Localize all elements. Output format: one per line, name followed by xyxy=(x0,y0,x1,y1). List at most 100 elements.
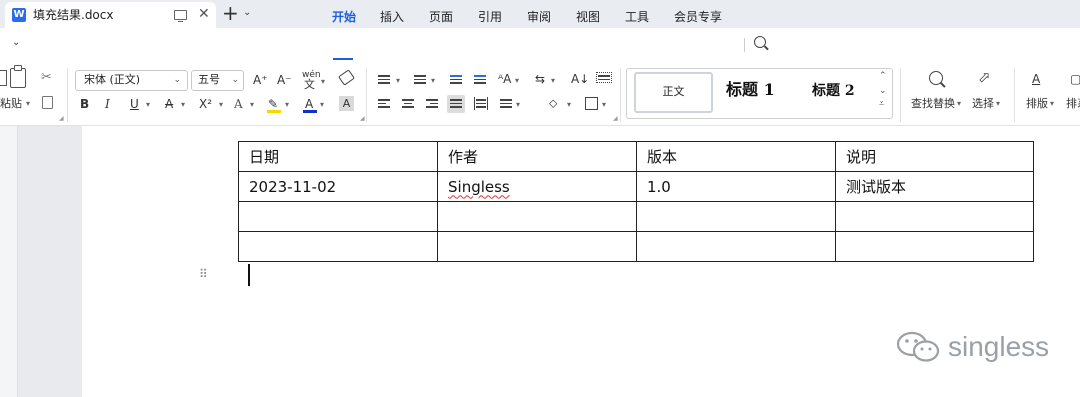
line-spacing-icon[interactable] xyxy=(500,97,512,110)
layout-icon[interactable]: A xyxy=(1032,72,1040,86)
layout-dropdown-icon[interactable]: ▾ xyxy=(1050,99,1054,109)
table-cell[interactable] xyxy=(437,201,637,232)
table-cell[interactable] xyxy=(636,201,836,232)
gallery-up-icon[interactable]: ⌃ xyxy=(879,71,887,81)
format-painter-icon[interactable] xyxy=(0,70,7,86)
bullet-list-icon[interactable] xyxy=(378,73,390,86)
table-cell[interactable] xyxy=(636,231,836,262)
table-cell[interactable] xyxy=(238,231,438,262)
increase-indent-icon[interactable] xyxy=(474,73,486,86)
select-cursor-icon[interactable]: ⬀ xyxy=(978,69,991,85)
table-cell[interactable]: 2023-11-02 xyxy=(238,171,438,202)
table-cell[interactable] xyxy=(835,231,1034,262)
highlight-button[interactable]: ✎ xyxy=(268,97,278,111)
superscript-button[interactable]: X² xyxy=(199,97,212,111)
collapse-chevron-icon[interactable]: ⌄ xyxy=(12,36,20,50)
italic-button[interactable]: I xyxy=(105,97,110,111)
table-header-cell[interactable]: 作者 xyxy=(437,141,637,172)
paste-icon[interactable] xyxy=(10,68,26,88)
group-launcher-icon[interactable]: ◢ xyxy=(613,116,618,122)
table-cell[interactable]: 测试版本 xyxy=(835,171,1034,202)
justify-icon[interactable] xyxy=(450,97,462,110)
drag-handle-icon[interactable]: ⠿ xyxy=(199,267,208,281)
group-launcher-icon[interactable]: ◢ xyxy=(59,116,64,122)
font-color-button[interactable]: A xyxy=(305,97,313,111)
align-left-icon[interactable] xyxy=(378,97,390,110)
font-family-select[interactable]: 宋体 (正文) ⌄ xyxy=(75,70,188,91)
gallery-down-icon[interactable]: ⌄ xyxy=(879,86,887,96)
bold-button[interactable]: B xyxy=(80,97,89,111)
strikethrough-dropdown-icon[interactable]: ▾ xyxy=(181,100,185,110)
distributed-align-icon[interactable] xyxy=(474,97,488,110)
select-label[interactable]: 选择 xyxy=(972,97,994,110)
character-spacing-icon[interactable]: ᴬA xyxy=(498,72,511,86)
tab-review[interactable]: 审阅 xyxy=(527,9,551,25)
tab-references[interactable]: 引用 xyxy=(478,9,502,25)
table-cell[interactable]: Singless xyxy=(437,171,637,202)
text-direction-dropdown-icon[interactable]: ▾ xyxy=(551,76,555,86)
align-right-icon[interactable] xyxy=(426,97,438,110)
cut-icon[interactable]: ✂ xyxy=(41,71,52,85)
font-size-select[interactable]: 五号 ⌄ xyxy=(191,70,244,91)
font-grow-button[interactable]: A⁺ xyxy=(253,73,268,87)
table-cell[interactable]: 1.0 xyxy=(636,171,836,202)
font-color-dropdown-icon[interactable]: ▾ xyxy=(320,100,324,110)
tab-member[interactable]: 会员专享 xyxy=(674,9,722,25)
underline-button[interactable]: U xyxy=(130,97,139,111)
search-icon[interactable] xyxy=(754,36,766,48)
character-spacing-dropdown-icon[interactable]: ▾ xyxy=(515,76,519,86)
navigation-pane[interactable] xyxy=(0,126,18,397)
pinyin-dropdown-icon[interactable]: ▾ xyxy=(321,77,325,87)
plus-icon[interactable]: + xyxy=(222,1,239,25)
close-icon[interactable]: ✕ xyxy=(198,5,210,23)
style-normal[interactable]: 正文 xyxy=(634,72,713,113)
borders-icon[interactable] xyxy=(585,97,598,110)
bullet-dropdown-icon[interactable]: ▾ xyxy=(396,76,400,86)
tab-page[interactable]: 页面 xyxy=(429,9,453,25)
decrease-indent-icon[interactable] xyxy=(450,73,462,86)
group-launcher-icon[interactable]: ◢ xyxy=(360,116,365,122)
shading-dropdown-icon[interactable]: ▾ xyxy=(567,100,571,110)
shading-icon[interactable]: ⬦ xyxy=(549,96,557,110)
find-replace-label[interactable]: 查找替换 xyxy=(911,97,955,110)
show-marks-icon[interactable] xyxy=(596,72,612,83)
layout-label[interactable]: 排版 xyxy=(1026,97,1048,110)
style-heading-2[interactable]: 标题 2 xyxy=(812,82,855,100)
tab-view[interactable]: 视图 xyxy=(576,9,600,25)
sort-icon[interactable]: A↓ xyxy=(571,72,589,86)
character-shading-button[interactable]: A xyxy=(339,96,354,111)
numbered-list-icon[interactable] xyxy=(414,73,426,86)
tab-insert[interactable]: 插入 xyxy=(380,9,404,25)
style-heading-1[interactable]: 标题 1 xyxy=(726,80,775,100)
sort-alt-label[interactable]: 排系 xyxy=(1066,97,1080,110)
document-tab[interactable]: W 填充结果.docx ✕ xyxy=(5,2,216,28)
superscript-dropdown-icon[interactable]: ▾ xyxy=(219,100,223,110)
strikethrough-button[interactable]: A xyxy=(165,97,173,111)
highlight-dropdown-icon[interactable]: ▾ xyxy=(285,100,289,110)
copy-icon[interactable] xyxy=(42,96,53,109)
line-spacing-dropdown-icon[interactable]: ▾ xyxy=(516,100,520,110)
table-cell[interactable] xyxy=(437,231,637,262)
table-header-cell[interactable]: 日期 xyxy=(238,141,438,172)
find-dropdown-icon[interactable]: ▾ xyxy=(957,99,961,109)
tab-tools[interactable]: 工具 xyxy=(625,9,649,25)
text-direction-icon[interactable]: ⇆ xyxy=(535,72,545,86)
borders-dropdown-icon[interactable]: ▾ xyxy=(602,100,606,110)
table-header-cell[interactable]: 版本 xyxy=(636,141,836,172)
text-effect-button[interactable]: A xyxy=(234,97,243,111)
numbered-dropdown-icon[interactable]: ▾ xyxy=(431,76,435,86)
select-dropdown-icon[interactable]: ▾ xyxy=(996,99,1000,109)
table-header-cell[interactable]: 说明 xyxy=(835,141,1034,172)
paste-label[interactable]: 粘贴 xyxy=(0,97,22,110)
monitor-icon[interactable] xyxy=(174,10,187,22)
table-cell[interactable] xyxy=(238,201,438,232)
font-shrink-button[interactable]: A⁻ xyxy=(277,73,292,87)
tab-home[interactable]: 开始 xyxy=(332,9,356,25)
text-effect-dropdown-icon[interactable]: ▾ xyxy=(250,100,254,110)
document-table[interactable]: 日期 作者 版本 说明 2023-11-02 Singless 1.0 测试版本 xyxy=(238,141,1034,262)
paste-dropdown-icon[interactable]: ▾ xyxy=(26,99,30,109)
align-center-icon[interactable] xyxy=(402,97,414,110)
gallery-more-icon[interactable]: ⩡ xyxy=(879,99,884,109)
chevron-down-icon[interactable]: ⌄ xyxy=(243,5,251,21)
table-cell[interactable] xyxy=(835,201,1034,232)
